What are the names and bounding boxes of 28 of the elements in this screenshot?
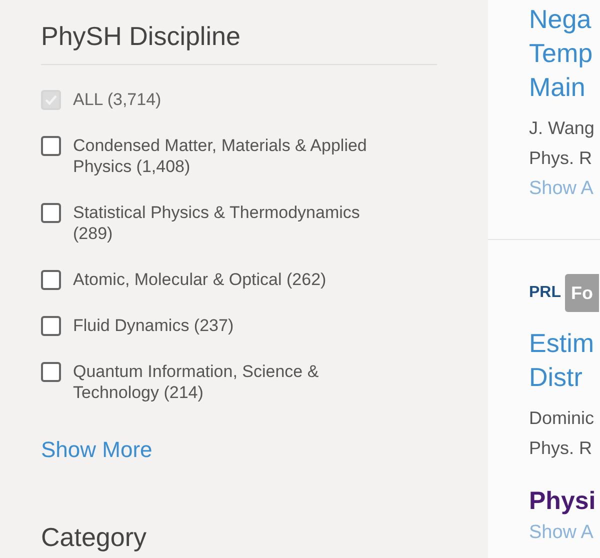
journal-text: Phys. R: [529, 437, 594, 460]
checkbox[interactable]: [41, 270, 61, 290]
checkbox[interactable]: [41, 203, 61, 223]
checkbox[interactable]: [41, 136, 61, 156]
checkbox[interactable]: [41, 362, 61, 382]
option-label: Atomic, Molecular & Optical (262): [73, 269, 326, 290]
article-title[interactable]: Distr: [529, 360, 600, 394]
article-title[interactable]: Main: [529, 70, 600, 104]
option-label: Fluid Dynamics (237): [73, 315, 234, 336]
logo-text: Physi: [529, 486, 597, 517]
article-title[interactable]: Temp: [529, 36, 600, 70]
option-label: Statistical Physics & Thermodynamics (289): [73, 202, 361, 244]
show-link[interactable]: Show A: [529, 173, 600, 205]
show-link[interactable]: Show A: [529, 517, 600, 549]
article-title[interactable]: Estim: [529, 326, 600, 360]
article-tag: Fo: [565, 274, 599, 312]
option-label: Quantum Information, Science & Technology (214): [73, 361, 320, 403]
article-title[interactable]: Nega: [529, 2, 600, 36]
section-heading: Category: [41, 521, 148, 553]
journal-text: Phys. R: [529, 147, 594, 170]
journal-label: PRL: [529, 283, 561, 303]
checkbox[interactable]: [41, 316, 61, 336]
option-label: Condensed Matter, Materials & Applied Physics (1,408): [73, 135, 368, 177]
show-more-link[interactable]: Show More: [41, 437, 152, 463]
section-heading: PhySH Discipline: [41, 20, 437, 65]
author-text: J. Wang: [529, 117, 596, 140]
option-label: ALL (3,714): [73, 89, 162, 110]
author-text: Dominic: [529, 407, 596, 430]
